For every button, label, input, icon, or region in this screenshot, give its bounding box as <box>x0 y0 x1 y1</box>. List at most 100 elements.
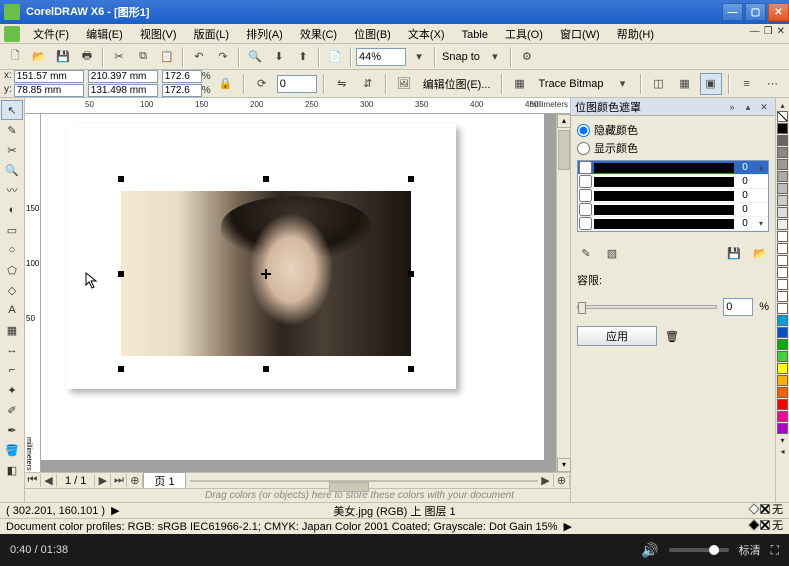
palette-swatch-20[interactable] <box>777 363 788 374</box>
ellipse-tool-icon[interactable]: ○ <box>1 240 23 260</box>
edit-color-icon[interactable]: ▧ <box>603 244 621 262</box>
palette-swatch-7[interactable] <box>777 207 788 218</box>
color-swatch-3[interactable] <box>594 205 734 215</box>
palette-down-icon[interactable]: ▾ <box>780 436 784 445</box>
menu-tools[interactable]: 工具(O) <box>498 27 550 43</box>
color-row-4[interactable]: 0 ▾ <box>578 217 768 231</box>
color-checkbox-4[interactable] <box>579 217 592 230</box>
save-mask-icon[interactable]: 💾 <box>725 244 743 262</box>
resize-handle-tl[interactable] <box>118 176 124 182</box>
palette-swatch-9[interactable] <box>777 231 788 242</box>
crop-icon[interactable]: ◫ <box>648 73 670 95</box>
palette-swatch-19[interactable] <box>777 351 788 362</box>
hscroll-thumb[interactable] <box>329 482 369 492</box>
height-input[interactable] <box>88 84 158 97</box>
scroll-down-icon[interactable]: ▾ <box>557 458 571 472</box>
color-row-2[interactable]: 0 <box>578 189 768 203</box>
trace-dropdown-icon[interactable]: ▾ <box>612 73 634 95</box>
color-swatch-4[interactable] <box>594 219 734 229</box>
width-input[interactable] <box>88 70 158 83</box>
scroll-up-icon[interactable]: ▴ <box>557 114 571 128</box>
resize-handle-bl[interactable] <box>118 366 124 372</box>
next-page-icon[interactable]: ▶ <box>95 474 111 487</box>
palette-swatch-5[interactable] <box>777 183 788 194</box>
docker-collapse-icon[interactable]: ▴ <box>741 100 755 114</box>
cut-icon[interactable]: ✂ <box>108 46 130 68</box>
fill-tool-icon[interactable]: 🪣 <box>1 440 23 460</box>
fill-indicator-icon[interactable] <box>748 503 759 514</box>
pos-x-input[interactable] <box>14 70 84 83</box>
maximize-button[interactable]: ▢ <box>745 3 766 21</box>
last-page-icon[interactable]: ⏭ <box>111 474 127 487</box>
vertical-ruler[interactable]: 50 100 150 millimeters <box>25 114 41 472</box>
publish-icon[interactable]: 📄 <box>324 46 346 68</box>
palette-swatch-22[interactable] <box>777 387 788 398</box>
drawing-viewport[interactable] <box>41 114 556 472</box>
import-icon[interactable]: ⬇ <box>268 46 290 68</box>
trace-bitmap-button[interactable]: Trace Bitmap <box>535 78 608 90</box>
no-color-swatch[interactable] <box>777 111 788 122</box>
resize-handle-br[interactable] <box>408 366 414 372</box>
menu-window[interactable]: 窗口(W) <box>553 27 607 43</box>
scroll-thumb[interactable] <box>558 130 570 170</box>
list-scroll-down-icon[interactable]: ▾ <box>754 219 768 228</box>
menu-view[interactable]: 视图(V) <box>133 27 184 43</box>
palette-swatch-4[interactable] <box>777 171 788 182</box>
fullscreen-icon[interactable]: ⛶ <box>771 543 779 558</box>
palette-swatch-13[interactable] <box>777 279 788 290</box>
align-icon[interactable]: ≡ <box>736 73 758 95</box>
mirror-v-icon[interactable]: ⇵ <box>357 73 379 95</box>
options-icon[interactable]: ⚙ <box>516 46 538 68</box>
basic-shapes-icon[interactable]: ◇ <box>1 280 23 300</box>
redo-icon[interactable]: ↷ <box>212 46 234 68</box>
palette-swatch-21[interactable] <box>777 375 788 386</box>
tolerance-input[interactable] <box>723 298 753 316</box>
vertical-scrollbar[interactable]: ▴ ▾ <box>556 114 570 472</box>
smart-fill-icon[interactable]: ◐ <box>1 200 23 220</box>
selection-center-icon[interactable] <box>261 269 271 279</box>
color-row-1[interactable]: 0 <box>578 175 768 189</box>
show-colors-radio[interactable]: 显示颜色 <box>577 140 769 156</box>
palette-swatch-25[interactable] <box>777 423 788 434</box>
new-icon[interactable]: 🗋 <box>4 46 26 68</box>
shape-tool-icon[interactable]: ✎ <box>1 120 23 140</box>
horizontal-scrollbar[interactable] <box>190 480 538 482</box>
profiles-next-icon[interactable]: ▶ <box>563 520 571 533</box>
palette-swatch-8[interactable] <box>777 219 788 230</box>
color-swatch-0[interactable] <box>594 163 734 173</box>
menu-help[interactable]: 帮助(H) <box>610 27 661 43</box>
palette-swatch-14[interactable] <box>777 291 788 302</box>
palette-swatch-23[interactable] <box>777 399 788 410</box>
palette-swatch-15[interactable] <box>777 303 788 314</box>
color-row-0[interactable]: 0 ▴ <box>578 161 768 175</box>
save-icon[interactable]: 💾 <box>52 46 74 68</box>
palette-up-icon[interactable]: ▴ <box>780 101 784 110</box>
scale-x-input[interactable] <box>162 70 202 83</box>
menu-file[interactable]: 文件(F) <box>26 27 76 43</box>
mdi-minimize[interactable]: — <box>750 26 760 37</box>
mdi-close[interactable]: ✕ <box>777 26 785 37</box>
mirror-h-icon[interactable]: ⇋ <box>331 73 353 95</box>
resample-icon[interactable]: ▦ <box>674 73 696 95</box>
quality-button[interactable]: 标清 <box>739 542 761 558</box>
resize-handle-ml[interactable] <box>118 271 124 277</box>
text-tool-icon[interactable]: A <box>1 300 23 320</box>
menu-arrange[interactable]: 排列(A) <box>239 27 290 43</box>
selected-bitmap[interactable] <box>121 179 411 369</box>
effects-tool-icon[interactable]: ✦ <box>1 380 23 400</box>
first-page-icon[interactable]: ⏮ <box>25 474 41 487</box>
palette-swatch-12[interactable] <box>777 267 788 278</box>
resize-handle-tr[interactable] <box>408 176 414 182</box>
zoom-control-icon[interactable]: ⊕ <box>554 474 570 487</box>
palette-swatch-2[interactable] <box>777 147 788 158</box>
palette-swatch-1[interactable] <box>777 135 788 146</box>
pick-tool-icon[interactable]: ↖ <box>1 100 23 120</box>
menu-layout[interactable]: 版面(L) <box>187 27 236 43</box>
mdi-restore[interactable]: ❐ <box>764 26 773 37</box>
open-mask-icon[interactable]: 📂 <box>751 244 769 262</box>
open-icon[interactable]: 📂 <box>28 46 50 68</box>
tolerance-slider[interactable] <box>577 305 717 309</box>
close-button[interactable]: ✕ <box>768 3 789 21</box>
apply-button[interactable]: 应用 <box>577 326 657 346</box>
slider-knob[interactable] <box>578 302 586 314</box>
